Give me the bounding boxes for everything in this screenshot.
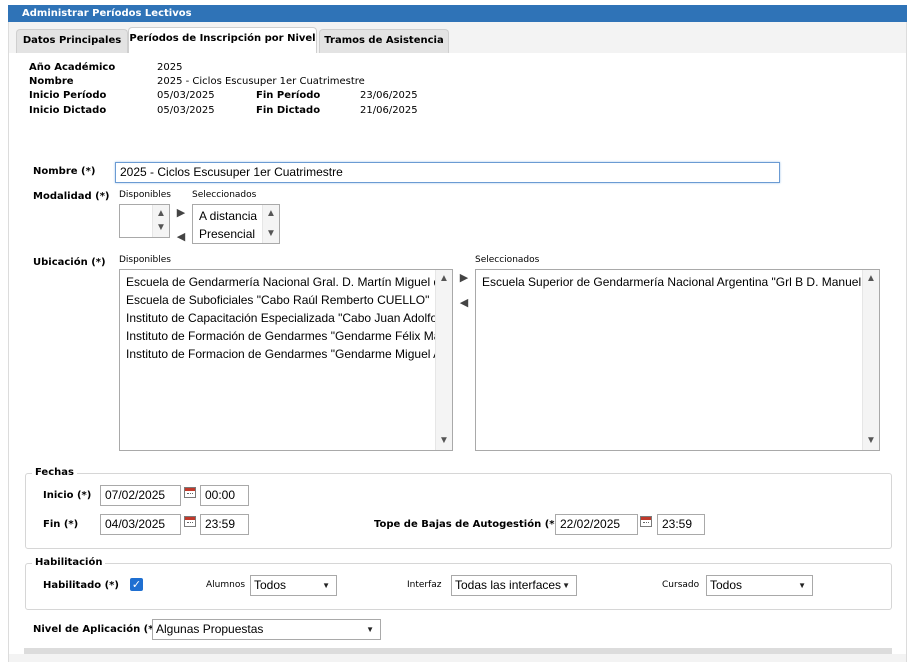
alumnos-select[interactable]: Todos ▼ <box>250 575 337 596</box>
inicio-dictado-label: Inicio Dictado <box>29 105 107 116</box>
nivel-aplicacion-label: Nivel de Aplicación (*) <box>33 624 159 635</box>
nivel-aplicacion-value: Algunas Propuestas <box>156 622 264 636</box>
anio-value: 2025 <box>157 62 183 73</box>
window-title: Administrar Períodos Lectivos <box>8 5 907 22</box>
ubicacion-seleccionados-scrollbar[interactable]: ▲ ▼ <box>862 270 879 450</box>
tope-date-input[interactable]: 22/02/2025 <box>555 514 638 535</box>
modalidad-seleccionados-scrollbar[interactable]: ▲ ▼ <box>262 205 279 243</box>
calendar-icon[interactable] <box>640 516 652 527</box>
interfaz-select[interactable]: Todas las interfaces ▼ <box>451 575 577 596</box>
list-item[interactable]: Instituto de Capacitación Especializada … <box>120 309 436 327</box>
tab-datos-principales[interactable]: Datos Principales <box>16 29 128 53</box>
inicio-periodo-label: Inicio Período <box>29 90 107 101</box>
modalidad-seleccionados-label: Seleccionados <box>192 190 257 200</box>
chevron-down-icon: ▼ <box>562 581 570 590</box>
modalidad-disponibles-label: Disponibles <box>119 190 171 200</box>
ubicacion-seleccionados-list[interactable]: Escuela Superior de Gendarmería Nacional… <box>475 269 880 451</box>
inicio-periodo-value: 05/03/2025 <box>157 90 215 101</box>
move-right-icon[interactable]: ▶ <box>457 272 471 284</box>
list-item[interactable]: Escuela de Gendarmería Nacional Gral. D.… <box>120 273 436 291</box>
inicio-date-input[interactable]: 07/02/2025 <box>100 485 181 506</box>
scroll-down-icon[interactable]: ▼ <box>863 434 879 448</box>
ubicacion-disponibles-list[interactable]: Escuela de Gendarmería Nacional Gral. D.… <box>119 269 453 451</box>
cursado-select[interactable]: Todos ▼ <box>706 575 813 596</box>
modalidad-disponibles-scrollbar[interactable]: ▲ ▼ <box>152 205 169 237</box>
ubicacion-disponibles-label: Disponibles <box>119 255 171 265</box>
scroll-up-icon[interactable]: ▲ <box>153 207 169 221</box>
chevron-down-icon: ▼ <box>322 581 330 590</box>
habilitacion-legend: Habilitación <box>32 557 106 568</box>
list-item[interactable]: Instituto de Formacion de Gendarmes "Gen… <box>120 345 436 363</box>
scroll-up-icon[interactable]: ▲ <box>863 272 879 286</box>
alumnos-label: Alumnos <box>206 580 246 590</box>
scroll-up-icon[interactable]: ▲ <box>436 272 452 286</box>
inicio-time-input[interactable]: 00:00 <box>200 485 249 506</box>
fin-date-input[interactable]: 04/03/2025 <box>100 514 181 535</box>
ubicacion-seleccionados-label: Seleccionados <box>475 255 540 265</box>
scroll-down-icon[interactable]: ▼ <box>263 227 279 241</box>
list-item[interactable]: Escuela de Suboficiales "Cabo Raúl Rembe… <box>120 291 436 309</box>
nombre-info-label: Nombre <box>29 76 74 87</box>
fin-periodo-value: 23/06/2025 <box>360 90 418 101</box>
tab-tramos-asistencia[interactable]: Tramos de Asistencia <box>319 29 449 53</box>
scroll-down-icon[interactable]: ▼ <box>436 434 452 448</box>
move-right-icon[interactable]: ▶ <box>174 207 188 219</box>
footer-bar <box>24 648 892 654</box>
habilitado-label: Habilitado (*) <box>43 580 119 591</box>
habilitado-checkbox[interactable]: ✓ <box>130 578 143 591</box>
ubicacion-label: Ubicación (*) <box>33 257 106 268</box>
move-left-icon[interactable]: ◀ <box>457 297 471 309</box>
nivel-aplicacion-select[interactable]: Algunas Propuestas ▼ <box>152 619 381 640</box>
nombre-info-value: 2025 - Ciclos Escusuper 1er Cuatrimestre <box>157 76 365 87</box>
scroll-down-icon[interactable]: ▼ <box>153 221 169 235</box>
fin-dictado-label: Fin Dictado <box>256 105 321 116</box>
fin-label: Fin (*) <box>43 519 79 530</box>
list-item[interactable]: Instituto de Formación de Gendarmes "Gen… <box>120 327 436 345</box>
move-left-icon[interactable]: ◀ <box>174 231 188 243</box>
cursado-select-value: Todos <box>710 578 743 592</box>
fin-dictado-value: 21/06/2025 <box>360 105 418 116</box>
calendar-icon[interactable] <box>184 487 196 498</box>
calendar-icon[interactable] <box>184 516 196 527</box>
nombre-label: Nombre (*) <box>33 166 96 177</box>
tab-periodos-inscripcion[interactable]: Períodos de Inscripción por Nivel <box>128 27 317 53</box>
fin-periodo-label: Fin Período <box>256 90 321 101</box>
tab-strip: Datos Principales Períodos de Inscripció… <box>8 22 907 53</box>
nombre-input[interactable]: 2025 - Ciclos Escusuper 1er Cuatrimestre <box>115 162 780 183</box>
list-item[interactable]: Escuela Superior de Gendarmería Nacional… <box>476 273 863 291</box>
anio-label: Año Académico <box>29 62 116 73</box>
tope-bajas-label: Tope de Bajas de Autogestión (*) <box>374 519 560 530</box>
chevron-down-icon: ▼ <box>798 581 806 590</box>
interfaz-select-value: Todas las interfaces <box>455 578 562 592</box>
cursado-label: Cursado <box>662 580 700 590</box>
tope-time-input[interactable]: 23:59 <box>657 514 705 535</box>
modalidad-seleccionados-list[interactable]: A distancia Presencial ▲ ▼ <box>192 204 280 244</box>
scroll-up-icon[interactable]: ▲ <box>263 207 279 221</box>
inicio-label: Inicio (*) <box>43 490 92 501</box>
interfaz-label: Interfaz <box>407 580 442 590</box>
modalidad-disponibles-list[interactable]: ▲ ▼ <box>119 204 170 238</box>
fin-time-input[interactable]: 23:59 <box>200 514 249 535</box>
modalidad-label: Modalidad (*) <box>33 191 110 202</box>
alumnos-select-value: Todos <box>254 578 287 592</box>
ubicacion-disponibles-scrollbar[interactable]: ▲ ▼ <box>435 270 452 450</box>
fechas-legend: Fechas <box>32 467 77 478</box>
inicio-dictado-value: 05/03/2025 <box>157 105 215 116</box>
chevron-down-icon: ▼ <box>366 625 374 634</box>
